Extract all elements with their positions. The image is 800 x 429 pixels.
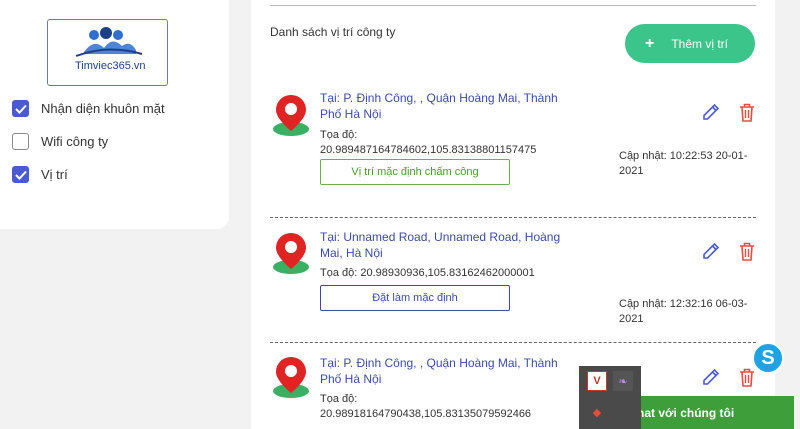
updated-timestamp: Cập nhật: 10:22:53 20-01-2021 — [619, 150, 748, 177]
item-divider — [270, 217, 756, 218]
feather-icon[interactable]: ❧ — [613, 371, 633, 391]
skype-icon[interactable]: S — [752, 342, 784, 374]
checkbox-unchecked-icon[interactable] — [12, 133, 29, 150]
option-face-recognition[interactable]: Nhận diện khuôn mặt — [12, 100, 165, 117]
option-location[interactable]: Vị trí — [12, 166, 68, 183]
list-title: Danh sách vị trí công ty — [270, 25, 396, 39]
edit-icon[interactable] — [701, 367, 721, 387]
map-pin-icon — [273, 95, 309, 136]
option-label: Nhận diện khuôn mặt — [41, 101, 165, 116]
vivaldi-icon[interactable]: V — [587, 371, 607, 391]
divider — [270, 5, 756, 6]
map-pin-icon — [273, 233, 309, 274]
checkbox-checked-icon[interactable] — [12, 100, 29, 117]
plus-icon: + — [645, 34, 655, 52]
option-label: Wifi công ty — [41, 134, 109, 149]
location-coordinates: Tọa độ: 20.989487164784602,105.831388011… — [320, 129, 537, 156]
location-coordinates: Tọa độ: 20.98930936,105.83162462000001 — [320, 267, 535, 279]
extension-icon[interactable]: ◆ — [587, 402, 607, 422]
location-coordinates: Tọa độ: 20.98918164790438,105.8313507959… — [320, 393, 532, 420]
default-location-button[interactable]: Vị trí mặc định chấm công — [320, 159, 510, 185]
add-location-button[interactable]: + Thêm vị trí — [625, 24, 755, 63]
delete-icon[interactable] — [738, 367, 756, 388]
logo-people-icon — [75, 27, 143, 57]
option-label: Vị trí — [41, 167, 68, 182]
settings-panel: Timviec365.vn Nhận diện khuôn mặt Wifi c… — [0, 0, 229, 229]
location-address: Tại: P. Định Công, , Quận Hoàng Mai, Thà… — [320, 356, 558, 386]
location-list-panel: Danh sách vị trí công ty + Thêm vị trí T… — [251, 0, 775, 429]
location-address: Tại: P. Định Công, , Quận Hoàng Mai, Thà… — [320, 91, 558, 121]
edit-icon[interactable] — [701, 102, 721, 122]
checkbox-checked-icon[interactable] — [12, 166, 29, 183]
extension-tray: V ❧ ◆ — [579, 366, 641, 429]
updated-timestamp: Cập nhật: 12:32:16 06-03-2021 — [619, 298, 748, 325]
item-divider — [270, 342, 756, 343]
option-wifi[interactable]: Wifi công ty — [12, 133, 108, 150]
delete-icon[interactable] — [738, 241, 756, 262]
set-default-button[interactable]: Đặt làm mặc định — [320, 285, 510, 311]
delete-icon[interactable] — [738, 102, 756, 123]
company-logo: Timviec365.vn — [47, 19, 168, 86]
add-location-label: Thêm vị trí — [671, 36, 729, 51]
map-pin-icon — [273, 357, 309, 398]
logo-text: Timviec365.vn — [75, 60, 146, 72]
edit-icon[interactable] — [701, 241, 721, 261]
location-address: Tại: Unnamed Road, Unnamed Road, Hoàng M… — [320, 230, 561, 260]
